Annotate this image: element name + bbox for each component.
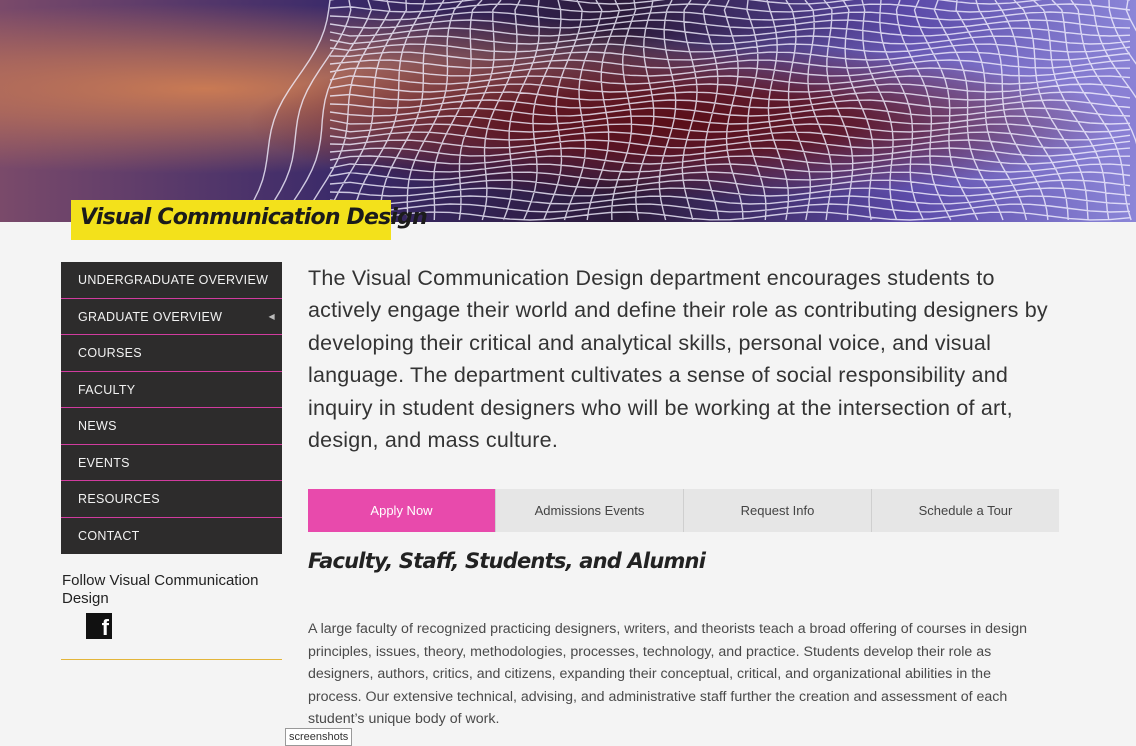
sidebar-item-label: FACULTY (78, 382, 136, 397)
hero-banner-image (0, 0, 1136, 222)
tooltip: screenshots (285, 728, 353, 746)
section-heading: Faculty, Staff, Students, and Alumni (308, 549, 706, 573)
hero-mesh-graphic (240, 0, 1136, 221)
sidebar-item-resources[interactable]: RESOURCES (61, 481, 282, 518)
intro-paragraph: The Visual Communication Design departme… (308, 266, 1048, 453)
request-info-button[interactable]: Request Info (683, 489, 871, 532)
sidebar-item-label: GRADUATE OVERVIEW (78, 309, 223, 324)
sidebar-item-label: NEWS (78, 419, 117, 433)
sidebar-item-graduate-overview[interactable]: GRADUATE OVERVIEW ◀ (61, 298, 282, 335)
sidebar-item-label: CONTACT (78, 528, 140, 543)
sidebar-item-courses[interactable]: COURSES (61, 335, 282, 372)
caret-left-icon[interactable]: ◀ (269, 299, 275, 335)
sidebar-item-contact[interactable]: CONTACT (61, 517, 282, 554)
sidebar-item-news[interactable]: NEWS (61, 408, 282, 445)
sidebar-nav: UNDERGRADUATE OVERVIEW GRADUATE OVERVIEW… (61, 262, 282, 554)
department-title: Visual Communication Design (71, 200, 428, 240)
facebook-icon[interactable]: f (86, 613, 112, 639)
sidebar-item-label: COURSES (78, 346, 142, 360)
cta-button-group: Apply Now Admissions Events Request Info… (308, 489, 1059, 532)
sidebar-item-undergraduate-overview[interactable]: UNDERGRADUATE OVERVIEW (61, 262, 282, 299)
sidebar-item-label: EVENTS (78, 455, 130, 470)
section-body: A large faculty of recognized practicing… (308, 621, 1027, 728)
sidebar-item-events[interactable]: EVENTS (61, 444, 282, 481)
sidebar-item-label: UNDERGRADUATE OVERVIEW (78, 273, 269, 287)
admissions-events-button[interactable]: Admissions Events (495, 489, 683, 532)
follow-heading: Follow Visual Communication Design (62, 572, 259, 607)
sidebar-item-label: RESOURCES (78, 492, 160, 506)
divider (61, 659, 282, 660)
sidebar-item-faculty[interactable]: FACULTY (61, 371, 282, 408)
schedule-tour-button[interactable]: Schedule a Tour (871, 489, 1059, 532)
apply-now-button[interactable]: Apply Now (308, 489, 495, 532)
